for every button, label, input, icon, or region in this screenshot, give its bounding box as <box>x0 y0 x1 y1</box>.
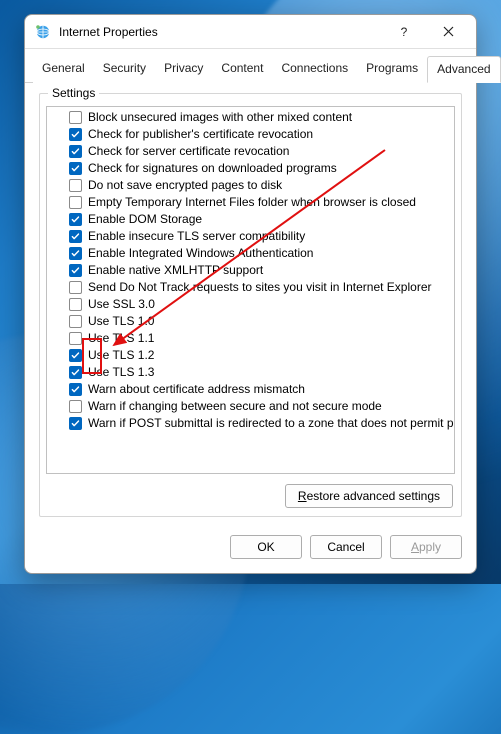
setting-label: Enable Integrated Windows Authentication <box>88 245 313 262</box>
checkbox[interactable] <box>69 298 82 311</box>
settings-group: Settings Block unsecured images with oth… <box>39 93 462 517</box>
tab-advanced[interactable]: Advanced <box>427 56 500 83</box>
tab-content[interactable]: Content <box>212 56 272 83</box>
setting-row[interactable]: Block unsecured images with other mixed … <box>47 109 454 126</box>
cancel-button[interactable]: Cancel <box>310 535 382 559</box>
setting-row[interactable]: Enable DOM Storage <box>47 211 454 228</box>
setting-label: Send Do Not Track requests to sites you … <box>88 279 432 296</box>
titlebar: Internet Properties ? <box>25 15 476 49</box>
setting-row[interactable]: Empty Temporary Internet Files folder wh… <box>47 194 454 211</box>
setting-label: Check for server certificate revocation <box>88 143 289 160</box>
checkbox[interactable] <box>69 145 82 158</box>
tab-general[interactable]: General <box>33 56 94 83</box>
setting-row[interactable]: Warn if changing between secure and not … <box>47 398 454 415</box>
setting-row[interactable]: Enable Integrated Windows Authentication <box>47 245 454 262</box>
window-title: Internet Properties <box>59 25 158 39</box>
checkbox[interactable] <box>69 349 82 362</box>
setting-row[interactable]: Use SSL 3.0 <box>47 296 454 313</box>
setting-label: Use TLS 1.1 <box>88 330 154 347</box>
setting-label: Check for publisher's certificate revoca… <box>88 126 313 143</box>
setting-row[interactable]: Check for publisher's certificate revoca… <box>47 126 454 143</box>
setting-label: Check for signatures on downloaded progr… <box>88 160 337 177</box>
setting-row[interactable]: Use TLS 1.3 <box>47 364 454 381</box>
tab-programs[interactable]: Programs <box>357 56 427 83</box>
checkbox[interactable] <box>69 111 82 124</box>
setting-row[interactable]: Warn if POST submittal is redirected to … <box>47 415 454 432</box>
setting-row[interactable]: Use TLS 1.1 <box>47 330 454 347</box>
tab-privacy[interactable]: Privacy <box>155 56 212 83</box>
setting-label: Enable DOM Storage <box>88 211 202 228</box>
setting-label: Enable native XMLHTTP support <box>88 262 263 279</box>
ok-button[interactable]: OK <box>230 535 302 559</box>
checkbox[interactable] <box>69 247 82 260</box>
settings-group-label: Settings <box>48 86 99 100</box>
setting-label: Use TLS 1.3 <box>88 364 154 381</box>
setting-label: Warn about certificate address mismatch <box>88 381 305 398</box>
settings-list[interactable]: Block unsecured images with other mixed … <box>46 106 455 474</box>
setting-label: Warn if POST submittal is redirected to … <box>88 415 455 432</box>
setting-label: Block unsecured images with other mixed … <box>88 109 352 126</box>
checkbox[interactable] <box>69 196 82 209</box>
checkbox[interactable] <box>69 213 82 226</box>
checkbox[interactable] <box>69 230 82 243</box>
setting-row[interactable]: Use TLS 1.0 <box>47 313 454 330</box>
checkbox[interactable] <box>69 417 82 430</box>
checkbox[interactable] <box>69 400 82 413</box>
setting-row[interactable]: Enable native XMLHTTP support <box>47 262 454 279</box>
checkbox[interactable] <box>69 383 82 396</box>
setting-label: Do not save encrypted pages to disk <box>88 177 282 194</box>
setting-row[interactable]: Do not save encrypted pages to disk <box>47 177 454 194</box>
dialog-buttons: OK Cancel Apply <box>25 525 476 573</box>
setting-row[interactable]: Enable insecure TLS server compatibility <box>47 228 454 245</box>
checkbox[interactable] <box>69 281 82 294</box>
internet-options-icon <box>35 24 51 40</box>
checkbox[interactable] <box>69 128 82 141</box>
help-button[interactable]: ? <box>382 17 426 47</box>
setting-row[interactable]: Send Do Not Track requests to sites you … <box>47 279 454 296</box>
checkbox[interactable] <box>69 179 82 192</box>
tab-connections[interactable]: Connections <box>272 56 357 83</box>
checkbox[interactable] <box>69 162 82 175</box>
setting-row[interactable]: Warn about certificate address mismatch <box>47 381 454 398</box>
internet-properties-dialog: Internet Properties ? GeneralSecurityPri… <box>24 14 477 574</box>
close-button[interactable] <box>426 17 470 47</box>
setting-label: Use SSL 3.0 <box>88 296 155 313</box>
checkbox[interactable] <box>69 315 82 328</box>
setting-row[interactable]: Check for signatures on downloaded progr… <box>47 160 454 177</box>
setting-label: Use TLS 1.0 <box>88 313 154 330</box>
setting-row[interactable]: Check for server certificate revocation <box>47 143 454 160</box>
setting-label: Empty Temporary Internet Files folder wh… <box>88 194 416 211</box>
tab-strip: GeneralSecurityPrivacyContentConnections… <box>25 49 476 83</box>
restore-advanced-button[interactable]: Restore advanced settings <box>285 484 453 508</box>
checkbox[interactable] <box>69 332 82 345</box>
setting-label: Enable insecure TLS server compatibility <box>88 228 305 245</box>
checkbox[interactable] <box>69 264 82 277</box>
tab-security[interactable]: Security <box>94 56 155 83</box>
svg-text:?: ? <box>401 26 408 38</box>
checkbox[interactable] <box>69 366 82 379</box>
setting-label: Warn if changing between secure and not … <box>88 398 382 415</box>
content-area: Settings Block unsecured images with oth… <box>25 83 476 525</box>
apply-button[interactable]: Apply <box>390 535 462 559</box>
setting-row[interactable]: Use TLS 1.2 <box>47 347 454 364</box>
setting-label: Use TLS 1.2 <box>88 347 154 364</box>
